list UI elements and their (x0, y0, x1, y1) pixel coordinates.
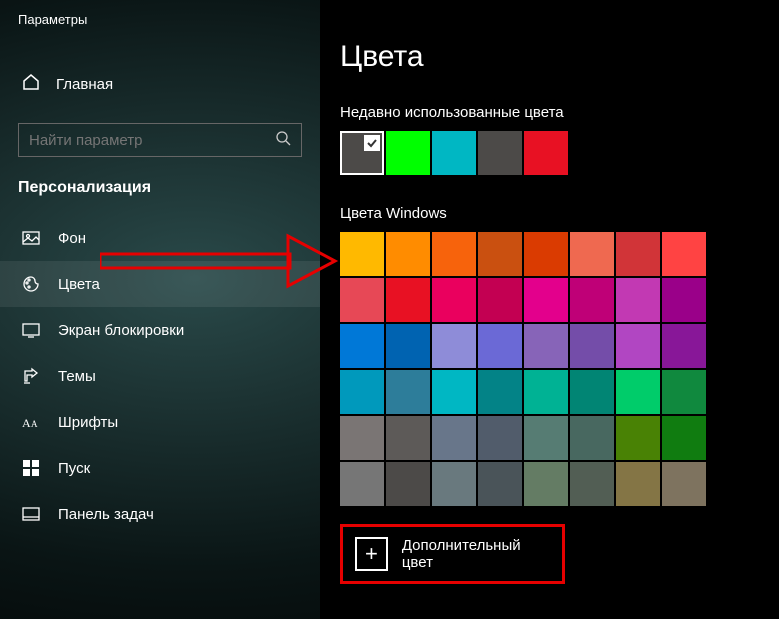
color-swatch[interactable] (432, 278, 476, 322)
color-swatch[interactable] (616, 278, 660, 322)
color-swatch[interactable] (616, 416, 660, 460)
nav-label: Цвета (58, 276, 100, 293)
color-swatch[interactable] (570, 278, 614, 322)
color-swatch[interactable] (386, 462, 430, 506)
color-swatch[interactable] (340, 462, 384, 506)
themes-icon (22, 367, 40, 385)
color-swatch[interactable] (478, 278, 522, 322)
svg-text:A: A (22, 416, 31, 429)
color-swatch[interactable] (386, 416, 430, 460)
nav-lockscreen[interactable]: Экран блокировки (0, 307, 320, 353)
recent-color-swatch[interactable] (386, 131, 430, 175)
search-input[interactable] (29, 132, 252, 149)
recent-color-swatch[interactable] (432, 131, 476, 175)
svg-text:A: A (31, 419, 38, 429)
nav-home[interactable]: Главная (0, 59, 320, 109)
color-swatch[interactable] (478, 462, 522, 506)
nav-label: Экран блокировки (58, 322, 184, 339)
color-swatch[interactable] (432, 462, 476, 506)
windows-colors-title: Цвета Windows (340, 205, 779, 222)
color-swatch[interactable] (616, 232, 660, 276)
color-swatch[interactable] (432, 232, 476, 276)
color-swatch[interactable] (662, 278, 706, 322)
color-swatch[interactable] (340, 416, 384, 460)
nav-label: Темы (58, 368, 96, 385)
custom-color-label: Дополнительный цвет (402, 537, 550, 571)
home-icon (22, 73, 40, 95)
color-swatch[interactable] (616, 324, 660, 368)
color-swatch[interactable] (524, 416, 568, 460)
nav-label: Фон (58, 230, 86, 247)
palette-icon (22, 275, 40, 293)
recent-color-swatch[interactable] (478, 131, 522, 175)
color-swatch[interactable] (432, 416, 476, 460)
nav-background[interactable]: Фон (0, 215, 320, 261)
section-title: Персонализация (0, 175, 320, 215)
color-swatch[interactable] (616, 462, 660, 506)
color-swatch[interactable] (340, 232, 384, 276)
nav-home-label: Главная (56, 76, 113, 93)
color-swatch[interactable] (524, 370, 568, 414)
color-swatch[interactable] (478, 324, 522, 368)
color-swatch[interactable] (662, 416, 706, 460)
fonts-icon: AA (22, 413, 40, 431)
lockscreen-icon (22, 321, 40, 339)
color-swatch[interactable] (386, 232, 430, 276)
color-swatch[interactable] (570, 324, 614, 368)
color-swatch[interactable] (432, 324, 476, 368)
taskbar-icon (22, 505, 40, 523)
color-swatch[interactable] (340, 278, 384, 322)
color-swatch[interactable] (662, 370, 706, 414)
recent-colors-title: Недавно использованные цвета (340, 104, 779, 121)
nav-themes[interactable]: Темы (0, 353, 320, 399)
color-swatch[interactable] (524, 278, 568, 322)
color-swatch[interactable] (570, 370, 614, 414)
recent-colors-row (340, 131, 779, 175)
color-swatch[interactable] (524, 232, 568, 276)
color-swatch[interactable] (386, 370, 430, 414)
app-title: Параметры (0, 0, 320, 39)
color-swatch[interactable] (432, 370, 476, 414)
color-swatch[interactable] (662, 324, 706, 368)
color-swatch[interactable] (570, 232, 614, 276)
color-swatch[interactable] (616, 370, 660, 414)
nav-taskbar[interactable]: Панель задач (0, 491, 320, 537)
color-swatch[interactable] (340, 370, 384, 414)
start-icon (22, 459, 40, 477)
color-swatch[interactable] (340, 324, 384, 368)
color-swatch[interactable] (386, 324, 430, 368)
color-swatch[interactable] (662, 232, 706, 276)
color-swatch[interactable] (478, 370, 522, 414)
color-swatch[interactable] (524, 462, 568, 506)
picture-icon (22, 229, 40, 247)
color-swatch[interactable] (570, 462, 614, 506)
color-swatch[interactable] (662, 462, 706, 506)
recent-color-swatch[interactable] (524, 131, 568, 175)
nav-label: Панель задач (58, 506, 154, 523)
search-icon (275, 130, 291, 151)
plus-icon: + (355, 537, 388, 571)
nav-start[interactable]: Пуск (0, 445, 320, 491)
search-box[interactable] (18, 123, 302, 157)
page-title: Цвета (340, 40, 779, 74)
color-swatch[interactable] (478, 232, 522, 276)
nav-fonts[interactable]: AA Шрифты (0, 399, 320, 445)
nav-label: Пуск (58, 460, 90, 477)
check-icon (364, 135, 380, 151)
nav-colors[interactable]: Цвета (0, 261, 320, 307)
color-swatch[interactable] (524, 324, 568, 368)
windows-colors-grid (340, 232, 779, 506)
color-swatch[interactable] (386, 278, 430, 322)
nav-label: Шрифты (58, 414, 118, 431)
color-swatch[interactable] (570, 416, 614, 460)
recent-color-swatch[interactable] (340, 131, 384, 175)
custom-color-button[interactable]: + Дополнительный цвет (340, 524, 565, 584)
color-swatch[interactable] (478, 416, 522, 460)
